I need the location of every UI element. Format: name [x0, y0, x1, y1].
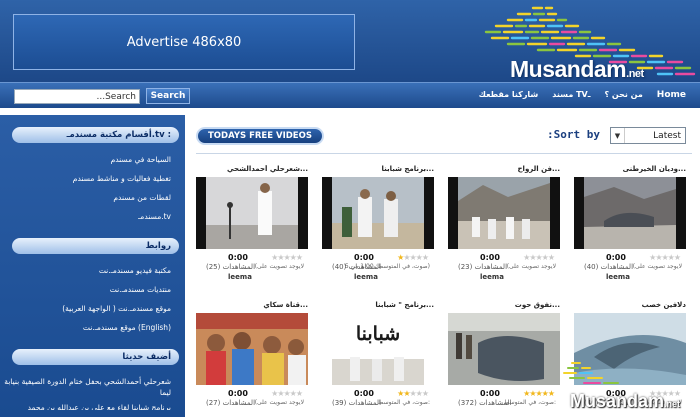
rating-text: صوت، في المتوسط:	[503, 399, 556, 406]
uploader-link[interactable]: leema	[354, 273, 378, 281]
video-thumbnail[interactable]: شبابنا	[322, 313, 434, 385]
thumbnail-image	[574, 177, 686, 249]
nav-musandam-tv[interactable]: مسند TVـ	[552, 90, 590, 100]
video-thumbnail[interactable]	[196, 313, 308, 385]
sidebar-item-events[interactable]: تغطية فعاليات و مناشط مسندم	[0, 169, 185, 188]
video-duration: 0:00	[480, 253, 500, 262]
video-card[interactable]: وديان الخيرطنى... 0:00 ★★★★★ (40) المشاه…	[574, 165, 686, 295]
rating-text: (لايوجد تصويت على	[254, 263, 304, 270]
video-card[interactable]: شعرحلي أحمدالشحي... 0:00 ★★★★★ (25) المش…	[196, 165, 308, 295]
rating-stars: ★★★★★	[523, 389, 555, 398]
thumbnail-image	[196, 177, 308, 249]
video-thumbnail[interactable]	[322, 177, 434, 249]
thumbnail-image	[322, 177, 434, 249]
sort-select[interactable]: ▼ Latest	[610, 127, 686, 144]
rating-text: صوت، في المتوسط:	[377, 399, 430, 406]
search-button[interactable]: Search	[146, 88, 190, 104]
uploader-link[interactable]: leema	[606, 273, 630, 281]
video-title[interactable]: دلافين خصب	[574, 301, 686, 311]
video-thumbnail[interactable]	[448, 313, 560, 385]
view-count: (27) المشاهدات	[206, 399, 256, 407]
video-duration: 0:00	[606, 253, 626, 262]
sidebar-item-tourism[interactable]: السياحة في مسندم	[0, 150, 185, 169]
video-card[interactable]: فن الرواح... 0:00 ★★★★★ (23) المشاهدات (…	[448, 165, 560, 295]
nav-share-clip[interactable]: شاركنا مقطعك	[479, 90, 539, 100]
sidebar-recent-item[interactable]: شعرحلي أحمدالشحي بحفل ختام الدورة الصيفي…	[0, 372, 185, 398]
sort-value: Latest	[653, 130, 681, 141]
rating-stars: ★★★★★	[271, 389, 303, 398]
video-duration: 0:00	[480, 389, 500, 398]
musandam-logo-text[interactable]: Musandam.net	[510, 56, 644, 83]
ad-text: Advertise 486x80	[126, 34, 242, 50]
rating-stars: ★★★★★	[523, 253, 555, 262]
sidebar-item-shots[interactable]: لقطات من مسندم	[0, 188, 185, 207]
sidebar-link-video-library[interactable]: مكتبة فيديو مسندمـ.نت	[0, 261, 185, 280]
sidebar-heading-links: روابط	[12, 238, 179, 254]
video-thumbnail[interactable]	[196, 177, 308, 249]
video-card[interactable]: برنامج شبابنا... 0:00 ★★★★★ (40) المشاهد…	[322, 165, 434, 295]
rating-text: (لايوجد تصويت على	[632, 263, 682, 270]
rating-text: (لايوجد تصويت على	[506, 263, 556, 270]
video-title[interactable]: قناة سكاي...	[196, 301, 308, 311]
video-title[interactable]: وديان الخيرطنى...	[574, 165, 686, 175]
view-count: (25) المشاهدات	[206, 263, 256, 271]
thumbnail-image	[448, 177, 560, 249]
sidebar-heading-categories: أقسام مكتبة مسندمـ.tv :	[12, 127, 179, 143]
video-title[interactable]: برنامج شبابنا...	[322, 165, 434, 175]
nav-about[interactable]: من نحن ؟	[604, 90, 642, 100]
divider	[196, 153, 692, 154]
watermark-text: Musandam.net	[570, 391, 681, 411]
video-card[interactable]: برنامج " شبابنا... شبابنا 0:00 ★★★★★ (39…	[322, 301, 434, 417]
video-thumbnail[interactable]	[574, 177, 686, 249]
view-count: (40) المشاهدات	[584, 263, 634, 271]
sidebar-item-tv[interactable]: مسندمـ.tv	[0, 207, 185, 226]
rating-stars: ★★★★★	[649, 253, 681, 262]
rating-stars: ★★★★★	[397, 389, 429, 398]
rating-stars: ★★★★★	[397, 253, 429, 262]
sidebar-heading-recent: أضيف حديثا	[12, 349, 179, 365]
video-card[interactable]: قناة سكاي... 0:00 ★★★★★ (27) المشاهدات (…	[196, 301, 308, 417]
nav-menu: Home من نحن ؟ مسند TVـ شاركنا مقطعك	[479, 90, 686, 100]
sidebar: أقسام مكتبة مسندمـ.tv : السياحة في مسندم…	[0, 115, 185, 417]
video-duration: 0:00	[354, 253, 374, 262]
sidebar-recent-item[interactable]: برنامج شبابنا لقاء مع علي بن عبدالله بن …	[0, 398, 185, 410]
video-duration: 0:00	[228, 253, 248, 262]
rating-stars: ★★★★★	[271, 253, 303, 262]
view-count: (23) المشاهدات	[458, 263, 508, 271]
video-card[interactable]: نفوق حوت... 0:00 ★★★★★ (372) المشاهدات ص…	[448, 301, 560, 417]
advertisement-banner[interactable]: Advertise 486x80	[13, 14, 355, 70]
sort-label: :Sort by	[547, 128, 600, 141]
video-thumbnail[interactable]	[448, 177, 560, 249]
view-count: (39) المشاهدات	[332, 399, 382, 407]
site-header: Advertise 486x80 Musandam.net	[0, 0, 700, 82]
section-label: TODAYS FREE VIDEOS	[196, 127, 324, 145]
uploader-link[interactable]: leema	[480, 273, 504, 281]
thumbnail-caption: شبابنا	[355, 323, 401, 345]
chevron-down-icon: ▼	[611, 128, 625, 143]
sidebar-link-arabic-site[interactable]: موقع مسندمـ.نت ( الواجهة العربية)	[0, 299, 185, 318]
video-title[interactable]: برنامج " شبابنا...	[322, 301, 434, 311]
rating-text: (لايوجد تصويت على	[254, 399, 304, 406]
nav-bar: Search Home من نحن ؟ مسند TVـ شاركنا مقط…	[0, 82, 700, 108]
video-duration: 0:00	[228, 389, 248, 398]
uploader-link[interactable]: leema	[228, 273, 252, 281]
video-title[interactable]: نفوق حوت...	[448, 301, 560, 311]
sidebar-link-english-site[interactable]: موقع مسندمـ.نت (English)	[0, 318, 185, 337]
thumbnail-image	[196, 313, 308, 385]
thumbnail-image	[448, 313, 560, 385]
nav-home[interactable]: Home	[657, 90, 686, 100]
video-title[interactable]: فن الرواح...	[448, 165, 560, 175]
search-input[interactable]	[14, 89, 140, 104]
video-duration: 0:00	[354, 389, 374, 398]
video-title[interactable]: شعرحلي أحمدالشحي...	[196, 165, 308, 175]
sidebar-link-forums[interactable]: منتديات مسندمـ.نت	[0, 280, 185, 299]
rating-text: صوت، في المتوسط: 1.00 من 5)	[344, 263, 430, 270]
